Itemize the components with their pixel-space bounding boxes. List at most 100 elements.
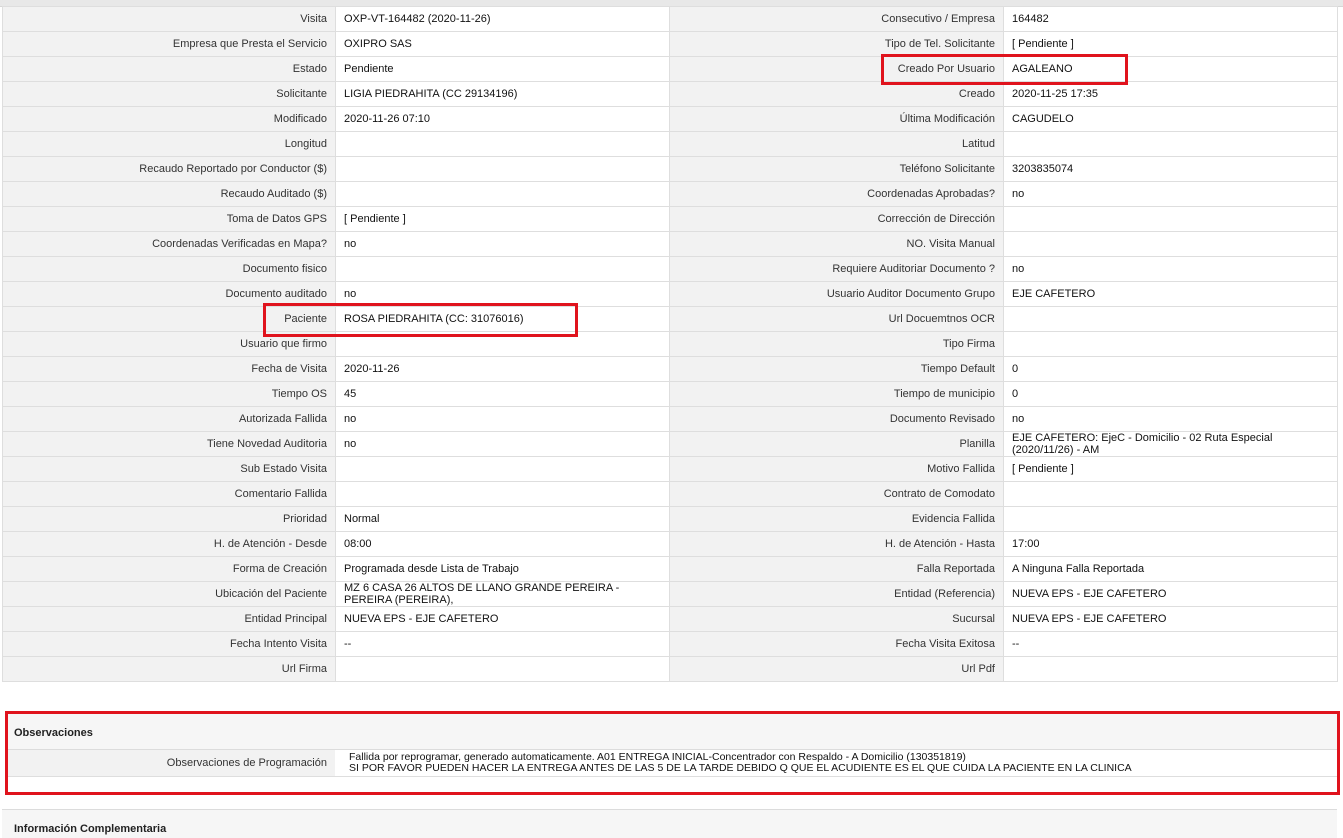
detail-row: Longitud Latitud [2,131,1338,157]
field-label: H. de Atención - Desde [2,531,336,557]
detail-row: Entidad Principal NUEVA EPS - EJE CAFETER… [2,606,1338,632]
field-label: Creado [669,81,1004,107]
field-value: 17:00 [1003,531,1338,557]
field-value [335,456,670,482]
field-label: Evidencia Fallida [669,506,1004,532]
field-value: 164482 [1003,6,1338,32]
observaciones-programacion-label: Observaciones de Programación [6,750,335,776]
field-label: Recaudo Reportado por Conductor ($) [2,156,336,182]
field-value: 0 [1003,381,1338,407]
detail-row: Modificado 2020-11-26 07:10 Última Modific… [2,106,1338,132]
field-value [1003,206,1338,232]
observaciones-line-2: SI POR FAVOR PUEDEN HACER LA ENTREGA ANT… [349,762,1132,774]
field-value: 0 [1003,356,1338,382]
field-label: Coordenadas Aprobadas? [669,181,1004,207]
field-value [335,656,670,682]
detail-row: Usuario que firmo Tipo Firma [2,331,1338,357]
detail-row: Solicitante LIGIA PIEDRAHITA (CC 29134196… [2,81,1338,107]
field-value: Normal [335,506,670,532]
field-value [335,331,670,357]
detail-row: Documento fisico Requiere Auditoriar Docu… [2,256,1338,282]
detail-row: Recaudo Auditado ($) Coordenadas Aprobada… [2,181,1338,207]
field-value: OXIPRO SAS [335,31,670,57]
field-label: Visita [2,6,336,32]
field-label: Url Firma [2,656,336,682]
detail-row: Forma de Creación Programada desde Lista … [2,556,1338,582]
field-value: 08:00 [335,531,670,557]
field-value: no [1003,406,1338,432]
field-value: no [335,281,670,307]
field-value: 2020-11-26 [335,356,670,382]
field-value: Pendiente [335,56,670,82]
field-label: Fecha de Visita [2,356,336,382]
field-label: Tiempo Default [669,356,1004,382]
field-label: Teléfono Solicitante [669,156,1004,182]
field-label: Documento auditado [2,281,336,307]
field-value: EJE CAFETERO: EjeC - Domicilio - 02 Ruta… [1003,431,1338,457]
field-label: Entidad (Referencia) [669,581,1004,607]
field-value [1003,131,1338,157]
field-value: no [1003,256,1338,282]
field-value: no [335,431,670,457]
field-label: Paciente [2,306,336,332]
field-label: Documento Revisado [669,406,1004,432]
detail-row: Ubicación del Paciente MZ 6 CASA 26 ALTOS… [2,581,1338,607]
info-complementaria-header: Información Complementaria [2,809,1337,838]
field-label: Falla Reportada [669,556,1004,582]
field-label: Contrato de Comodato [669,481,1004,507]
field-label: Coordenadas Verificadas en Mapa? [2,231,336,257]
detail-row: Tiempo OS 45 Tiempo de municipio 0 [2,381,1338,407]
observaciones-programacion-value: Fallida por reprogramar, generado automa… [335,750,1338,776]
field-value: OXP-VT-164482 (2020-11-26) [335,6,670,32]
field-value [1003,331,1338,357]
field-label: Sub Estado Visita [2,456,336,482]
field-value [1003,481,1338,507]
field-value: NUEVA EPS - EJE CAFETERO [335,606,670,632]
field-value: 2020-11-26 07:10 [335,106,670,132]
field-label: Tipo de Tel. Solicitante [669,31,1004,57]
info-complementaria-title: Información Complementaria [14,823,167,835]
field-label: Creado Por Usuario [669,56,1004,82]
field-value: no [335,406,670,432]
field-label: Fecha Visita Exitosa [669,631,1004,657]
field-value [335,481,670,507]
detail-row: Paciente ROSA PIEDRAHITA (CC: 31076016) Ur… [2,306,1338,332]
field-value [335,256,670,282]
field-label: Planilla [669,431,1004,457]
visit-detail-table: Visita OXP-VT-164482 (2020-11-26) Consecut… [2,6,1338,682]
detail-row: Empresa que Presta el Servicio OXIPRO SAS… [2,31,1338,57]
detail-row: Fecha Intento Visita -- Fecha Visita Exit… [2,631,1338,657]
field-label: Fecha Intento Visita [2,631,336,657]
field-label: Usuario Auditor Documento Grupo [669,281,1004,307]
field-label: Url Docuemtnos OCR [669,306,1004,332]
field-label: H. de Atención - Hasta [669,531,1004,557]
field-label: Tipo Firma [669,331,1004,357]
field-value [1003,231,1338,257]
field-label: Empresa que Presta el Servicio [2,31,336,57]
field-value: NUEVA EPS - EJE CAFETERO [1003,581,1338,607]
field-value [1003,656,1338,682]
field-label: NO. Visita Manual [669,231,1004,257]
field-value: no [335,231,670,257]
field-label: Requiere Auditoriar Documento ? [669,256,1004,282]
detail-row: Url Firma Url Pdf [2,656,1338,682]
detail-row: Fecha de Visita 2020-11-26 Tiempo Default… [2,356,1338,382]
field-label: Tiempo de municipio [669,381,1004,407]
field-value: NUEVA EPS - EJE CAFETERO [1003,606,1338,632]
detail-row: H. de Atención - Desde 08:00 H. de Atenció… [2,531,1338,557]
field-label: Usuario que firmo [2,331,336,357]
field-label: Última Modificación [669,106,1004,132]
detail-row: Comentario Fallida Contrato de Comodato [2,481,1338,507]
detail-row: Coordenadas Verificadas en Mapa? no NO. V… [2,231,1338,257]
field-value: CAGUDELO [1003,106,1338,132]
field-label: Url Pdf [669,656,1004,682]
field-label: Autorizada Fallida [2,406,336,432]
field-label: Sucursal [669,606,1004,632]
observaciones-section: Observaciones Observaciones de Programac… [6,712,1338,794]
field-value [335,156,670,182]
detail-row: Tiene Novedad Auditoria no Planilla EJE CA… [2,431,1338,457]
field-label: Estado [2,56,336,82]
field-label: Corrección de Dirección [669,206,1004,232]
field-value: [ Pendiente ] [1003,31,1338,57]
detail-row: Estado Pendiente Creado Por Usuario AGALEAN… [2,56,1338,82]
